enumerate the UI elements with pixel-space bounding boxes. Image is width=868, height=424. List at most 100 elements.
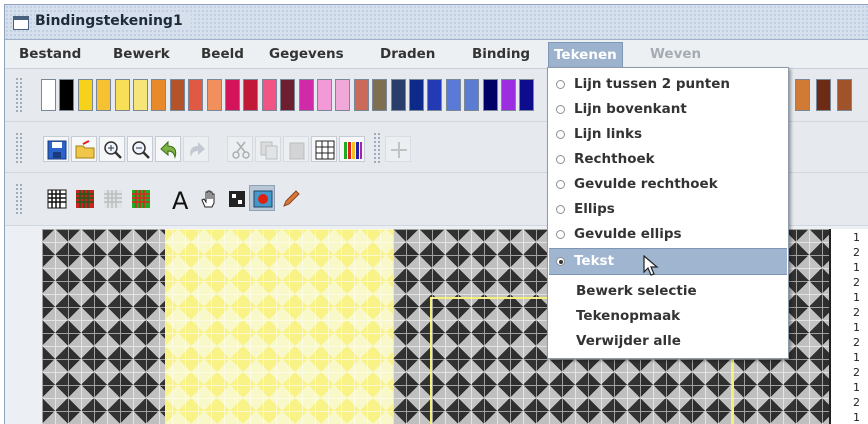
grid-pattern-button[interactable] [127,185,153,211]
color-swatch[interactable] [427,79,443,111]
move-icon [391,142,407,158]
toolbar-grip[interactable] [15,77,22,113]
treadle-number: 1 [853,231,860,244]
color-swatch[interactable] [59,79,75,111]
radio-unchecked-icon [556,80,565,89]
color-swatch[interactable] [225,79,240,111]
toolbar-grip[interactable] [373,132,380,164]
scroll-tool-icon [229,191,245,207]
color-swatch[interactable] [445,79,461,111]
menu-item-lijn-links[interactable]: Lijn links [549,122,787,147]
paste-button[interactable] [283,136,309,162]
menu-item-label: Lijn links [574,126,643,142]
color-swatch[interactable] [261,79,277,111]
menu-item-tekst[interactable]: Tekst [549,248,787,275]
menu-item-label: Bewerk selectie [576,283,697,299]
toolbar-grip[interactable] [15,183,22,215]
fill-tool-icon [253,190,273,208]
color-swatch[interactable] [795,79,810,111]
color-swatch[interactable] [372,79,388,111]
menu-item-bewerk-selectie[interactable]: Bewerk selectie [549,279,787,304]
color-swatch[interactable] [114,79,130,111]
redo-button[interactable] [183,136,209,162]
color-swatch[interactable] [169,79,185,111]
color-swatch[interactable] [317,79,332,111]
menu-item-lijn-bovenkant[interactable]: Lijn bovenkant [549,97,787,122]
grid-red-button[interactable] [71,185,97,211]
menu-item-ellips[interactable]: Ellips [549,197,787,222]
menu-bestand[interactable]: Bestand [19,46,81,62]
color-bars-button[interactable] [339,136,365,162]
color-swatch[interactable] [77,79,93,111]
grid-button[interactable] [311,136,337,162]
menu-tekenen[interactable]: Tekenen [548,42,623,68]
color-swatch[interactable] [280,79,296,111]
color-swatch[interactable] [298,79,314,111]
menu-item-verwijder-alle[interactable]: Verwijder alle [549,329,787,354]
color-swatch[interactable] [188,79,204,111]
grid-icon [315,140,335,160]
color-swatch[interactable] [206,79,222,111]
color-swatch[interactable] [96,79,112,111]
cut-button[interactable] [227,136,253,162]
color-swatch[interactable] [151,79,167,111]
zoom-out-button[interactable] [127,136,153,162]
color-swatch[interactable] [519,79,535,111]
color-swatch[interactable] [409,79,424,111]
zoom-in-icon [104,141,122,159]
color-swatch[interactable] [353,79,369,111]
treadle-number: 1 [853,351,860,364]
paste-icon [289,142,305,160]
color-swatch[interactable] [243,79,259,111]
menu-draden[interactable]: Draden [380,46,435,62]
menu-weven[interactable]: Weven [650,46,701,62]
color-swatch[interactable] [816,79,831,111]
pencil-tool-button[interactable] [277,185,303,211]
grid-red-icon [76,190,94,208]
treadle-number: 1 [853,381,860,394]
save-button[interactable] [43,136,69,162]
color-swatch[interactable] [390,79,406,111]
copy-icon [260,141,278,160]
title-bar[interactable]: Bindingstekening1 [5,5,868,40]
menu-item-lijn-tussen-2-punten[interactable]: Lijn tussen 2 punten [549,72,787,97]
grid-black-button[interactable] [43,185,69,211]
color-swatch[interactable] [41,79,56,111]
menu-item-label: Tekst [574,253,615,269]
undo-button[interactable] [155,136,181,162]
toolbar-grip[interactable] [15,132,22,164]
zoom-in-button[interactable] [99,136,125,162]
treadle-number: 2 [853,276,860,289]
text-tool-icon: A [172,189,189,211]
copy-button[interactable] [255,136,281,162]
menu-item-gevulde-ellips[interactable]: Gevulde ellips [549,222,787,247]
menu-gegevens[interactable]: Gegevens [269,46,344,62]
menu-bar: Bestand Bewerk Beeld Gegevens Draden Bin… [5,40,868,69]
color-swatch[interactable] [133,79,148,111]
color-swatch[interactable] [335,79,351,111]
open-button[interactable] [71,136,97,162]
pencil-tool-icon [283,190,300,207]
tekenen-dropdown-menu: Lijn tussen 2 punten Lijn bovenkant Lijn l… [547,67,789,359]
menu-beeld[interactable]: Beeld [201,46,244,62]
scroll-tool-button[interactable] [223,185,249,211]
zoom-out-icon [132,141,150,159]
color-swatch[interactable] [837,79,852,111]
menu-item-tekenopmaak[interactable]: Tekenopmaak [549,304,787,329]
hand-tool-button[interactable] [195,185,221,211]
grid-gray-button[interactable] [99,185,125,211]
color-swatch[interactable] [501,79,516,111]
color-swatch[interactable] [464,79,480,111]
window-icon [13,16,29,30]
move-button[interactable] [385,136,411,162]
text-tool-button[interactable]: A [167,185,193,211]
menu-binding[interactable]: Binding [472,46,530,62]
menu-item-label: Lijn bovenkant [574,101,687,117]
color-swatch[interactable] [482,79,498,111]
fill-tool-button[interactable] [249,185,275,211]
radio-unchecked-icon [556,180,565,189]
menu-item-rechthoek[interactable]: Rechthoek [549,147,787,172]
menu-item-label: Tekenopmaak [576,308,681,324]
menu-item-gevulde-rechthoek[interactable]: Gevulde rechthoek [549,172,787,197]
menu-bewerk[interactable]: Bewerk [113,46,170,62]
